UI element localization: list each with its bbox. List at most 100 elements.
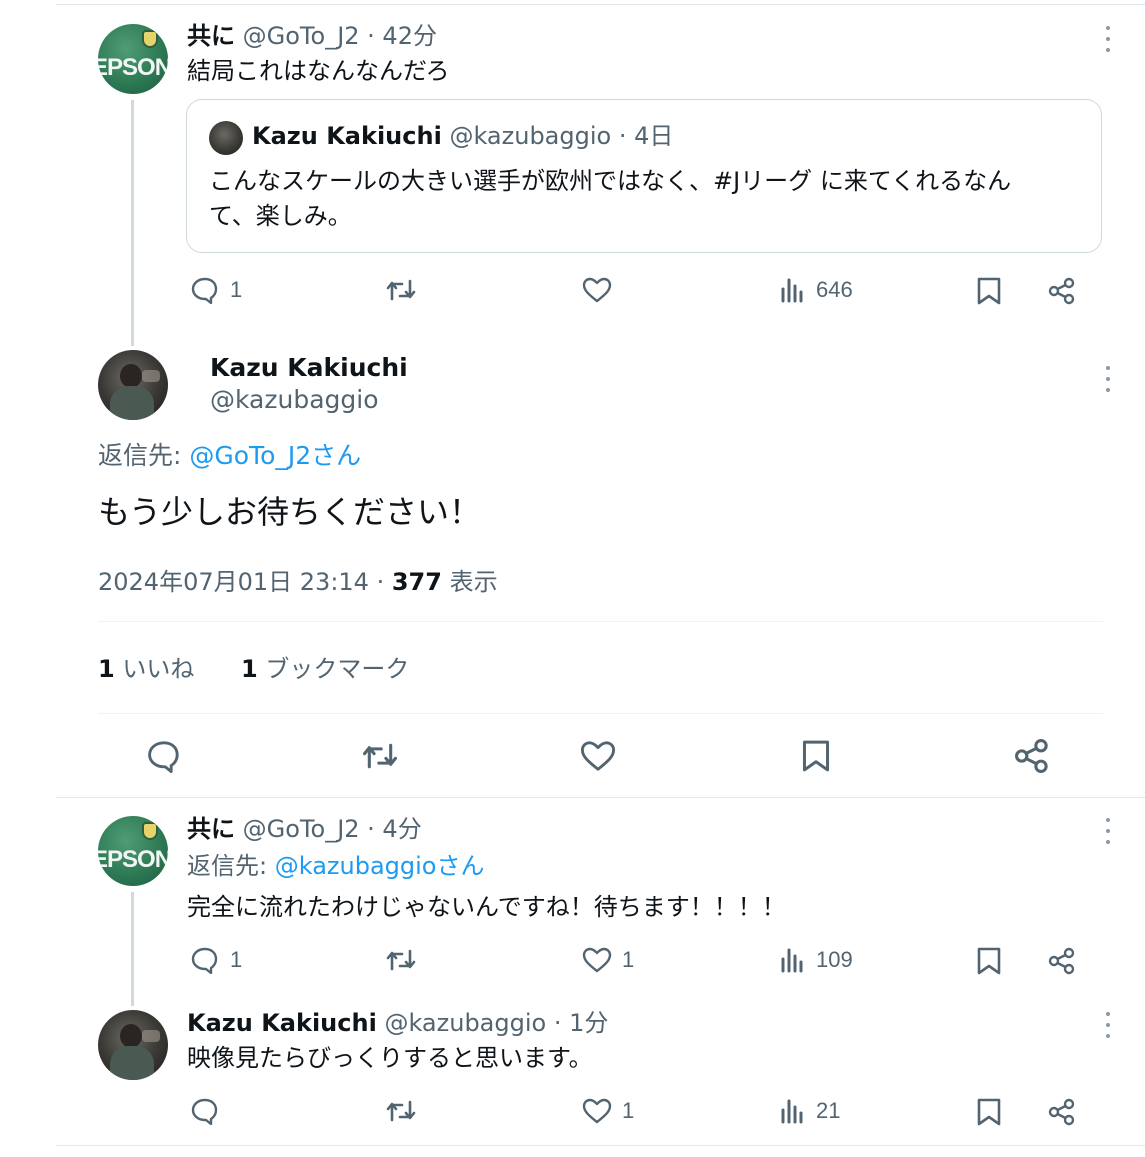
avatar-highlight xyxy=(142,1030,160,1042)
avatar-head xyxy=(120,364,142,388)
share-button[interactable] xyxy=(1048,947,1076,975)
avatar-highlight xyxy=(142,370,160,382)
views-count: 109 xyxy=(816,947,853,972)
share-icon xyxy=(1048,947,1075,975)
author-name[interactable]: Kazu Kakiuchi xyxy=(187,1009,377,1037)
retweet-button[interactable] xyxy=(361,740,399,772)
bookmark-icon xyxy=(977,947,1001,975)
reply-button[interactable]: 1 xyxy=(190,946,242,974)
retweet-button[interactable] xyxy=(385,277,417,303)
reply-icon xyxy=(148,741,179,773)
bookmark-icon xyxy=(977,277,1001,305)
bookmark-button[interactable] xyxy=(976,276,1002,306)
bookmark-button[interactable] xyxy=(801,738,831,774)
crest-icon xyxy=(142,30,158,48)
author-handle-time[interactable]: @GoTo_J2 · 42分 xyxy=(243,22,437,50)
reply-icon xyxy=(191,1098,218,1125)
views-label: 表示 xyxy=(441,568,498,596)
avatar-jersey-text: EPSON xyxy=(98,846,168,873)
views-button[interactable]: 21 xyxy=(780,1098,840,1124)
quoted-text-line-1: こんなスケールの大きい選手が欧州ではなく、#Jリーグ に来てくれるなん xyxy=(209,167,1012,195)
divider xyxy=(56,1145,1145,1146)
retweet-button[interactable] xyxy=(385,1098,417,1124)
more-icon[interactable] xyxy=(1098,26,1118,52)
avatar[interactable] xyxy=(98,1010,168,1080)
author-handle[interactable]: @kazubaggio xyxy=(210,385,379,415)
tweet-text: 結局これはなんなんだろ xyxy=(187,57,450,85)
bookmark-icon xyxy=(802,740,830,772)
like-icon xyxy=(580,741,616,771)
avatar-body xyxy=(110,1046,154,1080)
more-icon[interactable] xyxy=(1098,366,1118,392)
views-icon xyxy=(781,1099,803,1124)
crest-icon xyxy=(142,822,158,840)
like-button[interactable] xyxy=(580,740,616,772)
avatar[interactable]: EPSON xyxy=(98,816,168,886)
reply-prefix: 返信先: xyxy=(98,441,190,470)
share-icon xyxy=(1015,739,1048,773)
share-icon xyxy=(1048,1098,1075,1126)
author-name[interactable]: 共に xyxy=(187,815,235,843)
bookmark-button[interactable] xyxy=(976,1097,1002,1127)
reply-icon xyxy=(191,277,218,304)
reply-button[interactable]: 1 xyxy=(190,276,242,304)
views-icon xyxy=(781,278,803,303)
share-button[interactable] xyxy=(1048,1098,1076,1126)
reply-button[interactable] xyxy=(146,739,182,773)
like-icon xyxy=(582,1098,612,1124)
timestamp[interactable]: 2024年07月01日 23:14 · xyxy=(98,568,392,596)
thread-line xyxy=(131,892,134,1006)
avatar-jersey-text: EPSON xyxy=(98,54,168,81)
bookmarks-label: ブックマーク xyxy=(257,655,410,683)
bookmarks-stat[interactable]: 1 ブックマーク xyxy=(241,654,409,684)
avatar-body xyxy=(110,386,154,420)
reply-to-link[interactable]: @GoTo_J2さん xyxy=(189,441,361,470)
like-button[interactable] xyxy=(582,277,612,303)
views-count: 646 xyxy=(816,277,853,302)
tweet-text: 映像見たらびっくりすると思います。 xyxy=(187,1044,593,1072)
views-icon xyxy=(781,948,803,973)
quoted-text-line-2: て、楽しみ。 xyxy=(209,202,352,230)
avatar[interactable] xyxy=(98,350,168,420)
likes-count: 1 xyxy=(98,655,115,683)
views-count: 377 xyxy=(391,568,442,596)
likes-stat[interactable]: 1 いいね xyxy=(98,654,194,684)
views-button[interactable]: 109 xyxy=(780,947,853,973)
share-icon xyxy=(1048,277,1075,305)
divider xyxy=(98,621,1103,622)
like-button[interactable]: 1 xyxy=(582,947,634,973)
like-icon xyxy=(582,947,612,973)
share-button[interactable] xyxy=(1048,277,1076,305)
bookmark-icon xyxy=(977,1098,1001,1126)
top-divider xyxy=(56,4,1145,5)
reply-count: 1 xyxy=(230,947,243,972)
retweet-icon xyxy=(386,279,416,301)
share-button[interactable] xyxy=(1014,738,1050,774)
quoted-tweet[interactable]: Kazu Kakiuchi @kazubaggio · 4日 こんなスケールの大… xyxy=(186,99,1102,253)
reply-button[interactable] xyxy=(190,1097,220,1125)
views-button[interactable]: 646 xyxy=(780,277,853,303)
reply-prefix: 返信先: xyxy=(187,852,275,880)
like-count: 1 xyxy=(622,947,635,972)
divider xyxy=(56,797,1145,798)
author-name[interactable]: Kazu Kakiuchi xyxy=(210,353,408,383)
like-button[interactable]: 1 xyxy=(582,1098,634,1124)
reply-count: 1 xyxy=(230,277,243,302)
more-icon[interactable] xyxy=(1098,1012,1118,1038)
quoted-author-name: Kazu Kakiuchi xyxy=(252,122,442,150)
like-count: 1 xyxy=(622,1098,635,1123)
quoted-handle-time: @kazubaggio · 4日 xyxy=(449,122,674,150)
divider xyxy=(98,713,1103,714)
retweet-icon xyxy=(386,949,416,971)
author-handle-time[interactable]: @GoTo_J2 · 4分 xyxy=(243,815,422,843)
like-icon xyxy=(582,277,612,303)
avatar[interactable]: EPSON xyxy=(98,24,168,94)
avatar xyxy=(209,121,243,155)
author-name[interactable]: 共に xyxy=(187,22,235,50)
reply-to-link[interactable]: @kazubaggioさん xyxy=(275,852,485,880)
author-handle-time[interactable]: @kazubaggio · 1分 xyxy=(384,1009,608,1037)
more-icon[interactable] xyxy=(1098,818,1118,844)
bookmark-button[interactable] xyxy=(976,946,1002,976)
tweet-text: 完全に流れたわけじゃないんですね！待ちます！！！！ xyxy=(187,893,786,921)
retweet-button[interactable] xyxy=(385,947,417,973)
